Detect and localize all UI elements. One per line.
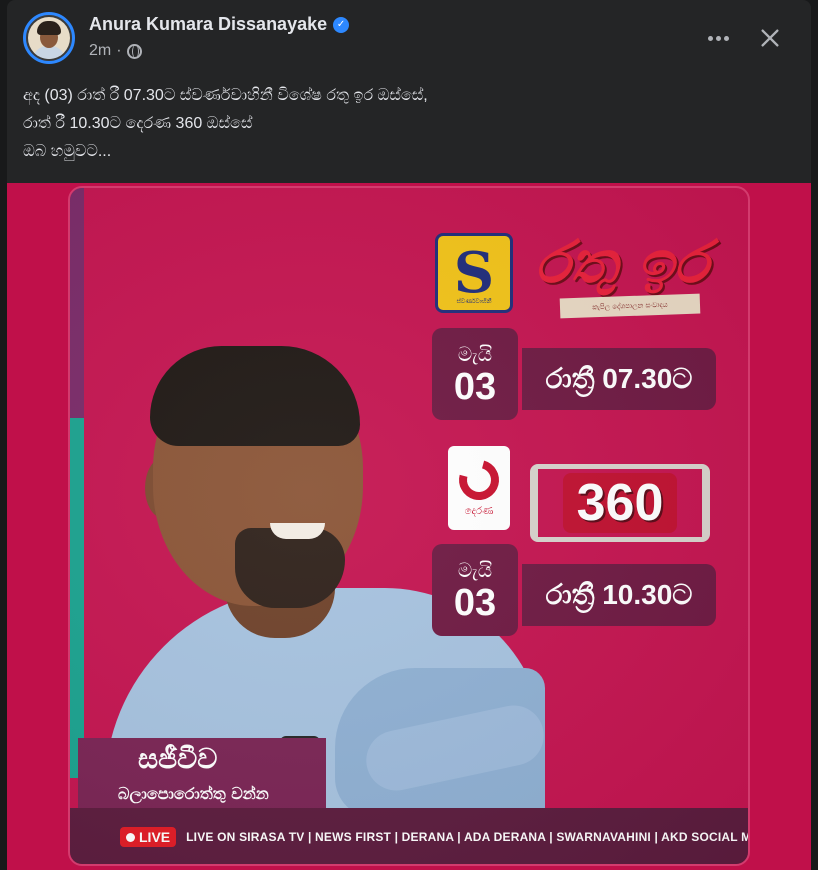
post-meta: 2m ·	[89, 42, 142, 60]
verified-badge-icon: ✓	[333, 16, 350, 33]
author-name[interactable]: Anura Kumara Dissanayake	[89, 14, 327, 35]
tagline-line2: බලාපොරොත්තු වන්න	[118, 784, 269, 803]
swarnavahini-logo-text: ස්වර්ණවාහිනී	[456, 298, 492, 305]
close-button[interactable]	[752, 20, 788, 56]
derana-mark-icon	[451, 452, 507, 507]
slot2-day: 03	[453, 582, 497, 624]
post-image[interactable]: S ස්වර්ණවාහිනී රතු ඉර කැපිල දේශපාලන සංවා…	[7, 183, 811, 870]
slot2-month: මැයි	[457, 558, 493, 582]
swarnavahini-logo: S ස්වර්ණවාහිනී	[435, 233, 513, 313]
close-icon	[761, 29, 779, 47]
watch-live-tagline: සජීවීව බලාපොරොත්තු වන්න	[78, 738, 326, 814]
tagline-line1: සජීවීව	[138, 742, 218, 775]
caption-line: රාත් රී 10.30ට දෙරණ 360 ඔස්සේ	[23, 115, 253, 132]
live-badge: LIVE	[120, 827, 177, 847]
more-options-dot	[715, 35, 721, 41]
post-header: Anura Kumara Dissanayake ✓ 2m ·	[7, 0, 811, 72]
slot2-time: රාත්‍රී 10.30ට	[522, 564, 716, 626]
slot2-date: මැයි 03	[432, 544, 518, 636]
channels-list: LIVE ON SIRASA TV | NEWS FIRST | DERANA …	[186, 830, 750, 844]
caption-line: අද (03) රාත් රී 07.30ට ස්වර්ණවාහිනී විශේ…	[23, 87, 428, 104]
poster-side-stripe	[70, 188, 84, 418]
slot1-month: මැයි	[457, 342, 493, 366]
more-options-button[interactable]	[700, 20, 736, 56]
slot1-time: රාත්‍රී 07.30ට	[522, 348, 716, 410]
facebook-post: Anura Kumara Dissanayake ✓ 2m · අද (03) …	[7, 0, 811, 870]
poster-side-stripe	[70, 418, 84, 778]
broadcast-channels-bar: LIVE LIVE ON SIRASA TV | NEWS FIRST | DE…	[70, 808, 750, 864]
globe-icon[interactable]	[126, 43, 142, 59]
live-dot-icon	[126, 832, 135, 842]
post-caption: අද (03) රාත් රී 07.30ට ස්වර්ණවාහිනී විශේ…	[23, 82, 783, 166]
live-label: LIVE	[139, 829, 171, 845]
derana-360-logo: 360	[530, 464, 710, 542]
slot1-date: මැයි 03	[432, 328, 518, 420]
tv-schedule-poster: S ස්වර්ණවාහිනී රතු ඉර කැපිල දේශපාලන සංවා…	[68, 186, 750, 866]
author-avatar[interactable]	[23, 12, 75, 64]
caption-line: ඔබ හමුවට...	[23, 143, 112, 160]
derana-logo: දෙරණ	[448, 446, 510, 530]
avatar-photo	[28, 17, 70, 59]
author-name-row: Anura Kumara Dissanayake ✓	[89, 14, 350, 35]
more-options-dot	[723, 35, 729, 41]
derana-logo-text: දෙරණ	[464, 505, 494, 517]
rathu-ira-logo: රතු ඉර කැපිල දේශපාලන සංවාදය	[530, 228, 720, 319]
show1-title: රතු ඉර	[535, 228, 709, 296]
post-timestamp[interactable]: 2m	[89, 42, 111, 60]
meta-separator: ·	[116, 42, 122, 59]
show2-title: 360	[562, 473, 678, 533]
more-options-icon	[707, 35, 713, 41]
slot1-day: 03	[453, 366, 497, 408]
show1-tagline: කැපිල දේශපාලන සංවාදය	[559, 293, 701, 319]
